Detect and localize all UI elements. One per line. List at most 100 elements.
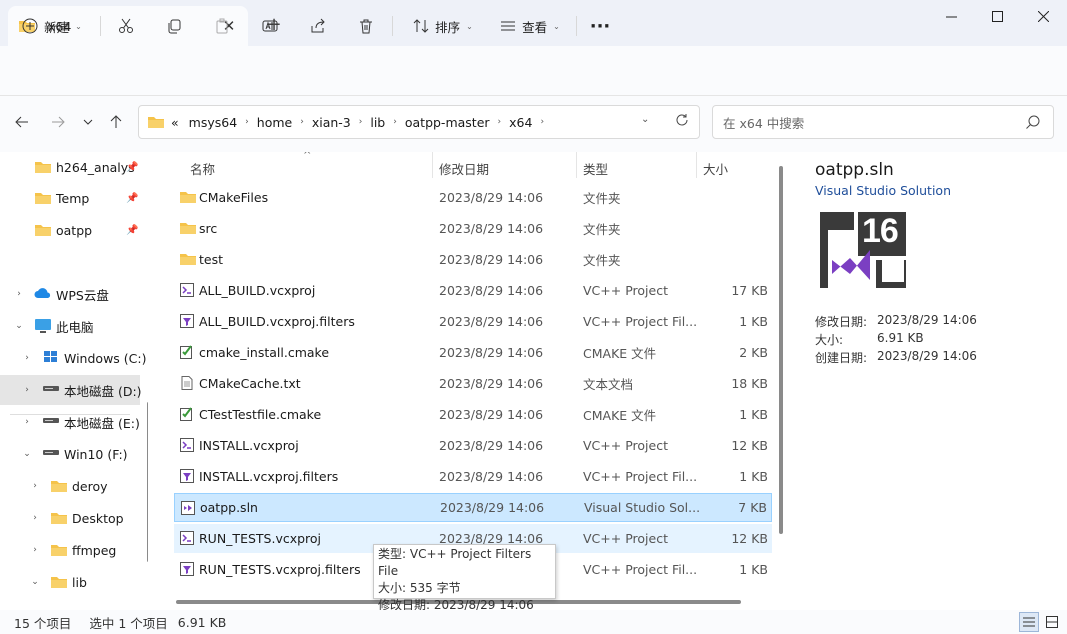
sidebar-item[interactable]: h264_analys 📌 xyxy=(0,152,140,182)
chevron-right-icon[interactable]: › xyxy=(12,287,26,301)
refresh-icon[interactable] xyxy=(675,113,689,130)
recent-locations-button[interactable] xyxy=(74,108,102,136)
file-name: CMakeFiles xyxy=(199,190,269,205)
chevron-down-icon[interactable]: ⌄ xyxy=(28,575,42,589)
file-name: CMakeCache.txt xyxy=(199,376,301,391)
chevron-down-icon[interactable]: ⌄ xyxy=(12,319,26,333)
sidebar-item[interactable]: ⌄ 此电脑 xyxy=(0,311,140,341)
more-options-button[interactable]: ··· xyxy=(586,10,614,42)
file-name: INSTALL.vcxproj.filters xyxy=(199,469,339,484)
cut-button[interactable] xyxy=(112,10,140,42)
file-type: VC++ Project Fil... xyxy=(583,469,698,484)
file-type: CMAKE 文件 xyxy=(583,346,657,361)
sidebar-item[interactable]: › 本地磁盘 (D:) xyxy=(0,375,142,405)
breadcrumb-chevron-icon[interactable]: › xyxy=(300,117,304,127)
delete-button[interactable] xyxy=(352,10,380,42)
file-row[interactable]: oatpp.sln 2023/8/29 14:06 Visual Studio So… xyxy=(174,493,772,522)
sort-button[interactable]: 排序 ⌄ xyxy=(404,10,482,42)
breadcrumb-item[interactable]: x64 xyxy=(509,115,532,130)
tiles-view-icon xyxy=(1046,616,1058,628)
breadcrumb-overflow[interactable]: « xyxy=(171,115,179,130)
file-row[interactable]: INSTALL.vcxproj.filters 2023/8/29 14:06 VC… xyxy=(174,462,772,491)
close-window-button[interactable] xyxy=(1020,0,1066,32)
breadcrumb-chevron-icon[interactable]: › xyxy=(498,117,502,127)
selection-count: 选中 1 个项目 xyxy=(89,615,168,631)
breadcrumb-chevron-icon[interactable]: › xyxy=(245,117,249,127)
chevron-right-icon[interactable]: › xyxy=(28,479,42,493)
breadcrumb-chevron-icon[interactable]: › xyxy=(540,117,544,127)
file-list-vertical-scrollbar[interactable] xyxy=(779,166,783,534)
view-button[interactable]: 查看 ⌄ xyxy=(494,10,566,42)
chevron-right-icon[interactable]: › xyxy=(28,511,42,525)
search-box[interactable]: 在 x64 中搜索 xyxy=(712,105,1054,139)
share-button[interactable] xyxy=(304,10,332,42)
up-button[interactable] xyxy=(102,108,130,136)
sidebar-item-label: ffmpeg xyxy=(72,542,117,558)
file-row[interactable]: CMakeCache.txt 2023/8/29 14:06 文本文档 18 KB xyxy=(174,369,772,398)
file-modified-date: 2023/8/29 14:06 xyxy=(439,376,544,391)
file-row[interactable]: CMakeFiles 2023/8/29 14:06 文件夹 xyxy=(174,183,772,212)
sidebar-item[interactable]: oatpp 📌 xyxy=(0,215,140,245)
details-view-button[interactable] xyxy=(1019,612,1039,632)
address-bar[interactable]: « msys64 › home › xian-3 › lib › oatpp-master › x6… xyxy=(138,105,700,139)
file-row[interactable]: cmake_install.cmake 2023/8/29 14:06 CMAKE … xyxy=(174,338,772,367)
chevron-right-icon[interactable]: › xyxy=(20,383,34,397)
file-tooltip: 类型: VC++ Project Filters File 大小: 535 字节… xyxy=(373,544,556,612)
column-header-size[interactable]: 大小 xyxy=(703,156,728,180)
chevron-right-icon[interactable]: › xyxy=(20,351,34,365)
new-button[interactable]: 新建 ⌄ xyxy=(14,10,90,42)
file-row[interactable]: CTestTestfile.cmake 2023/8/29 14:06 CMAKE … xyxy=(174,400,772,429)
pin-icon: 📌 xyxy=(126,192,139,204)
cmake-file-icon xyxy=(179,406,195,422)
tiles-view-button[interactable] xyxy=(1042,612,1062,632)
chevron-right-icon[interactable]: › xyxy=(28,543,42,557)
forward-button[interactable] xyxy=(44,108,72,136)
column-divider[interactable] xyxy=(696,152,697,178)
back-button[interactable] xyxy=(8,108,36,136)
sidebar-scrollbar[interactable] xyxy=(147,402,148,562)
column-divider[interactable] xyxy=(432,152,433,178)
column-divider[interactable] xyxy=(576,152,577,178)
file-row[interactable]: ALL_BUILD.vcxproj.filters 2023/8/29 14:06… xyxy=(174,307,772,336)
column-header-date[interactable]: 修改日期 xyxy=(439,156,489,180)
sidebar-item[interactable]: › Desktop xyxy=(0,503,140,533)
maximize-button[interactable] xyxy=(974,0,1020,32)
breadcrumb-chevron-icon[interactable]: › xyxy=(393,117,397,127)
breadcrumb-item[interactable]: msys64 xyxy=(189,115,238,130)
file-name: RUN_TESTS.vcxproj.filters xyxy=(199,562,361,577)
file-modified-date: 2023/8/29 14:06 xyxy=(439,252,544,267)
sidebar-item[interactable]: Temp 📌 xyxy=(0,183,140,213)
file-row[interactable]: test 2023/8/29 14:06 文件夹 xyxy=(174,245,772,274)
sidebar-item[interactable]: ⌄ Win10 (F:) xyxy=(0,439,140,469)
sidebar-item[interactable]: › ffmpeg xyxy=(0,535,140,565)
column-header-name[interactable]: 名称 xyxy=(190,156,215,180)
breadcrumb-chevron-icon[interactable]: › xyxy=(359,117,363,127)
chevron-down-icon xyxy=(83,119,93,125)
share-icon xyxy=(311,18,325,33)
file-row[interactable]: src 2023/8/29 14:06 文件夹 xyxy=(174,214,772,243)
sidebar-item[interactable]: › deroy xyxy=(0,471,140,501)
sidebar-item[interactable]: › WPS云盘 xyxy=(0,279,140,309)
address-dropdown-icon[interactable]: ⌄ xyxy=(641,114,649,125)
breadcrumb-item[interactable]: lib xyxy=(370,115,385,130)
sidebar-item[interactable]: › Windows (C:) xyxy=(0,343,146,373)
chevron-right-icon[interactable]: › xyxy=(20,415,34,429)
rename-button[interactable] xyxy=(256,10,284,42)
breadcrumb-item[interactable]: xian-3 xyxy=(312,115,351,130)
paste-button[interactable] xyxy=(208,10,236,42)
chevron-down-icon: ⌄ xyxy=(466,21,473,31)
details-view-icon xyxy=(1023,617,1035,627)
minimize-button[interactable] xyxy=(928,0,974,32)
breadcrumb-item[interactable]: home xyxy=(257,115,292,130)
drive-icon xyxy=(42,382,60,394)
file-row[interactable]: ALL_BUILD.vcxproj 2023/8/29 14:06 VC++ Pro… xyxy=(174,276,772,305)
copy-button[interactable] xyxy=(160,10,188,42)
file-size: 1 KB xyxy=(739,407,768,422)
sidebar-item[interactable]: › 本地磁盘 (E:) xyxy=(0,407,140,437)
folder-icon xyxy=(148,117,164,128)
sidebar-item[interactable]: ⌄ lib xyxy=(0,567,140,597)
file-row[interactable]: INSTALL.vcxproj 2023/8/29 14:06 VC++ Proje… xyxy=(174,431,772,460)
column-header-type[interactable]: 类型 xyxy=(583,156,608,180)
chevron-down-icon[interactable]: ⌄ xyxy=(20,447,34,461)
breadcrumb-item[interactable]: oatpp-master xyxy=(405,115,490,130)
